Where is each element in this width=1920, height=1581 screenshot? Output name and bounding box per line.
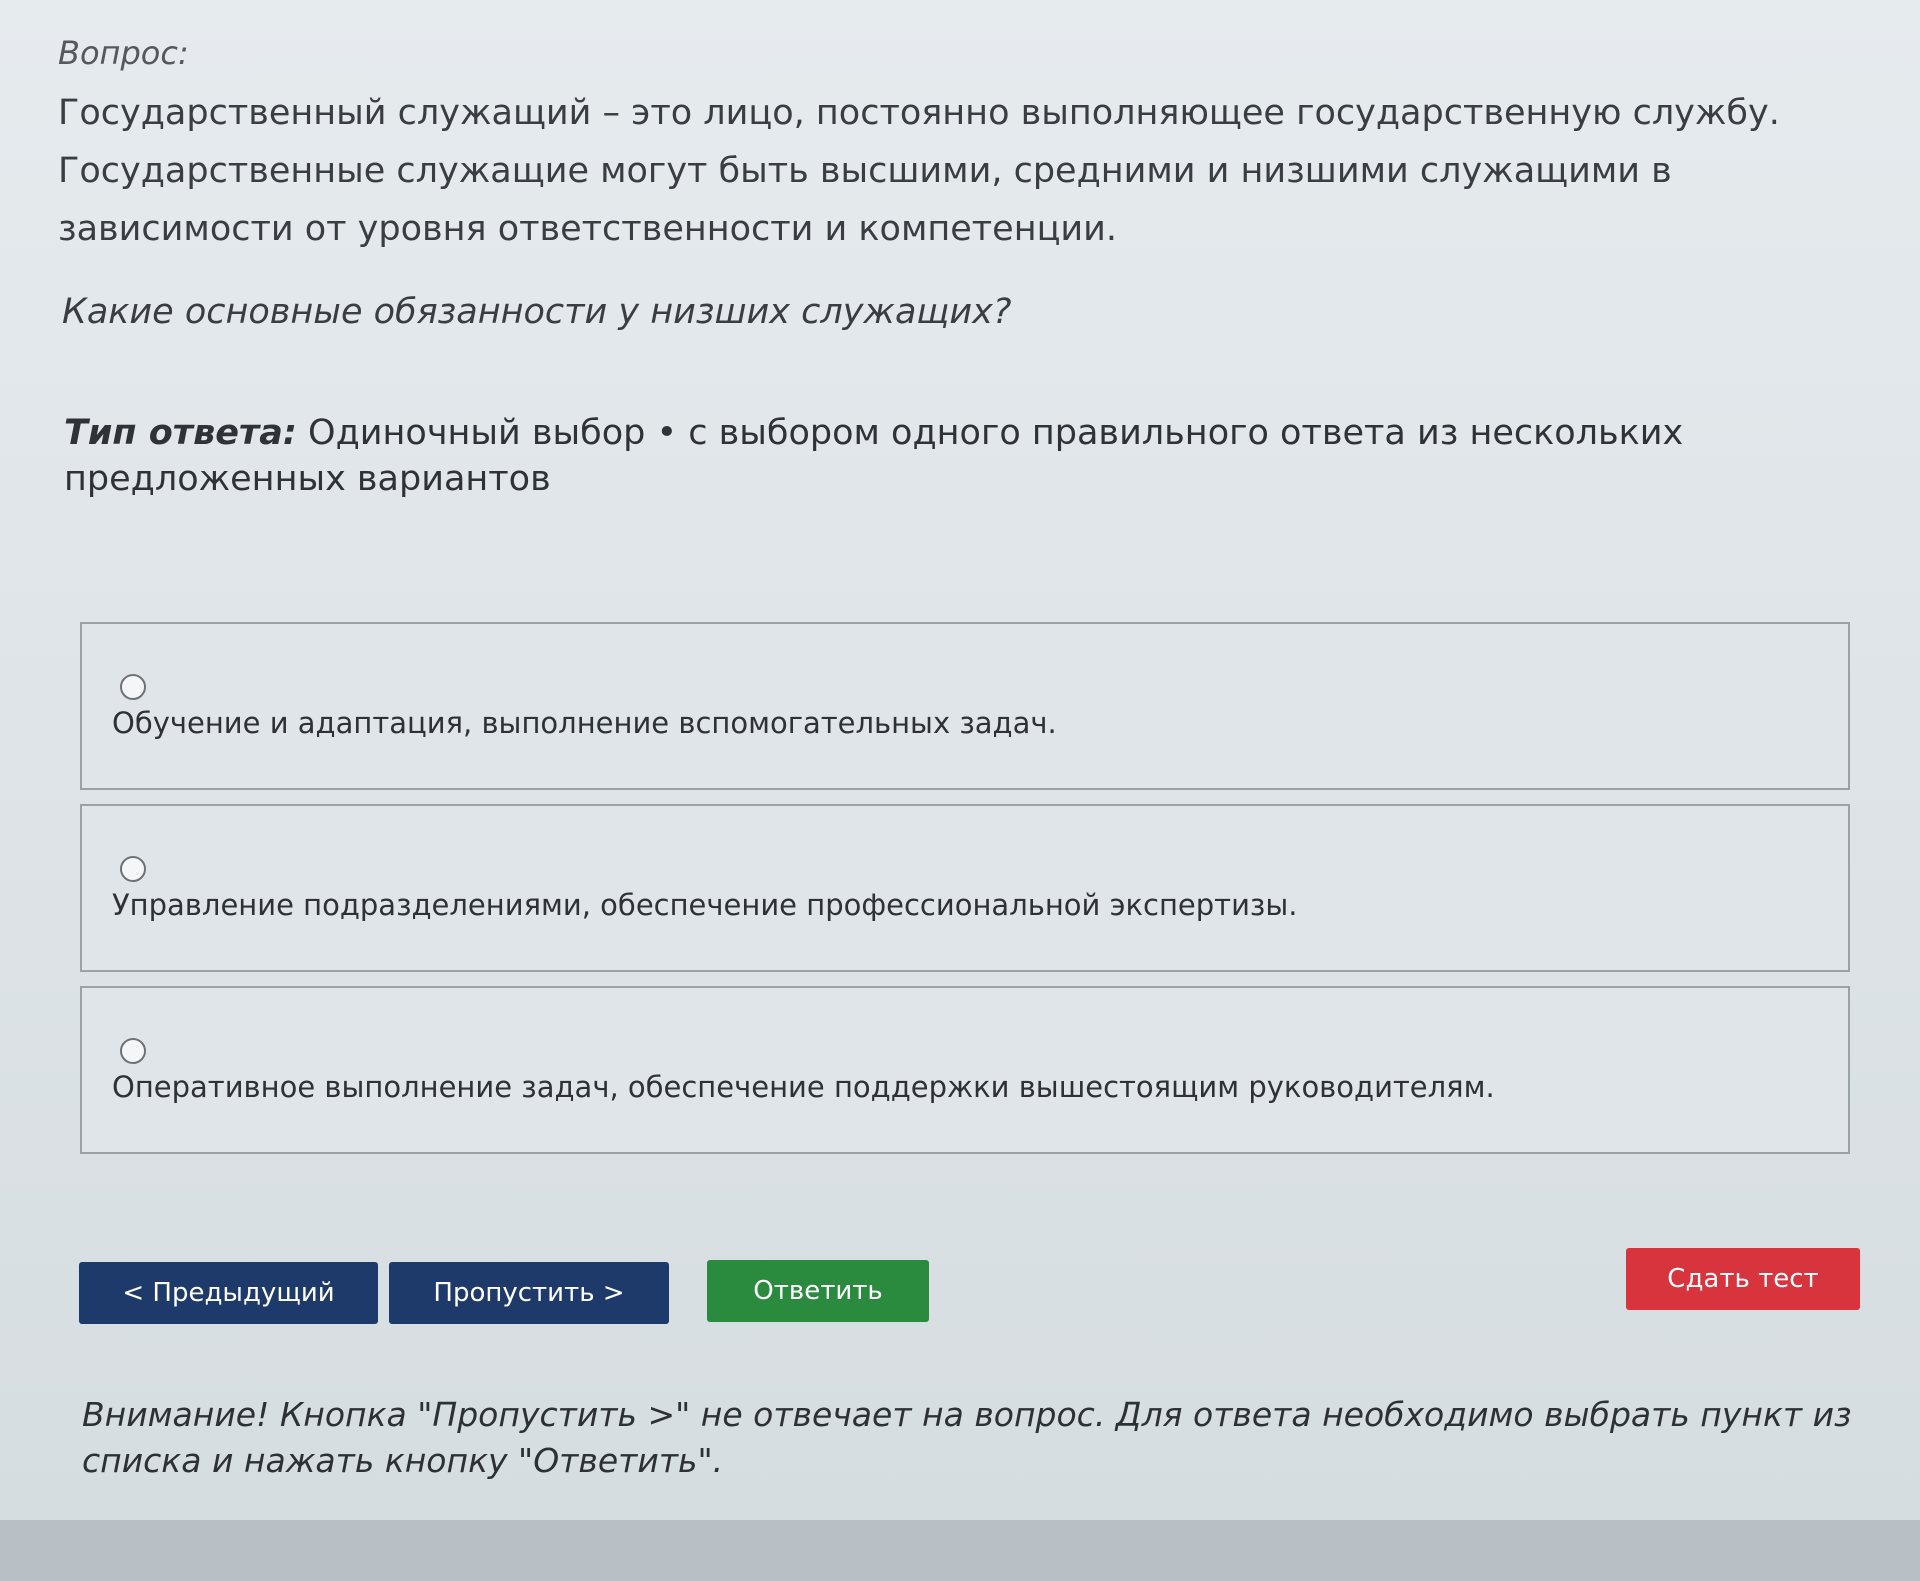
footer-strip: [0, 1520, 1920, 1581]
question-text: Государственный служащий – это лицо, пос…: [58, 93, 1780, 249]
radio-button-3[interactable]: [120, 1038, 146, 1064]
radio-button-2[interactable]: [120, 856, 146, 882]
skip-button[interactable]: Пропустить >: [389, 1262, 669, 1324]
answer-type: Тип ответа: Одиночный выбор • с выбором …: [64, 410, 1844, 502]
question-prompt: Какие основные обязанности у низших служ…: [62, 292, 1012, 332]
question-label: Вопрос:: [58, 34, 189, 72]
submit-test-button[interactable]: Сдать тест: [1626, 1248, 1860, 1310]
answer-option-1[interactable]: Обучение и адаптация, выполнение вспомог…: [80, 622, 1850, 790]
answer-options: Обучение и адаптация, выполнение вспомог…: [80, 622, 1850, 1168]
answer-option-3[interactable]: Оперативное выполнение задач, обеспечени…: [80, 986, 1850, 1154]
skip-warning: Внимание! Кнопка "Пропустить >" не отвеч…: [82, 1395, 1852, 1480]
answer-option-2[interactable]: Управление подразделениями, обеспечение …: [80, 804, 1850, 972]
answer-type-label: Тип ответа:: [64, 413, 297, 453]
answer-option-text: Управление подразделениями, обеспечение …: [112, 888, 1298, 922]
answer-type-value: Одиночный выбор • с выбором одного прави…: [64, 413, 1684, 499]
answer-button[interactable]: Ответить: [707, 1260, 929, 1322]
radio-button-1[interactable]: [120, 674, 146, 700]
previous-button[interactable]: < Предыдущий: [79, 1262, 378, 1324]
test-page: Вопрос: Государственный служащий – это л…: [0, 0, 1920, 1520]
answer-option-text: Обучение и адаптация, выполнение вспомог…: [112, 706, 1057, 740]
answer-option-text: Оперативное выполнение задач, обеспечени…: [112, 1070, 1495, 1104]
